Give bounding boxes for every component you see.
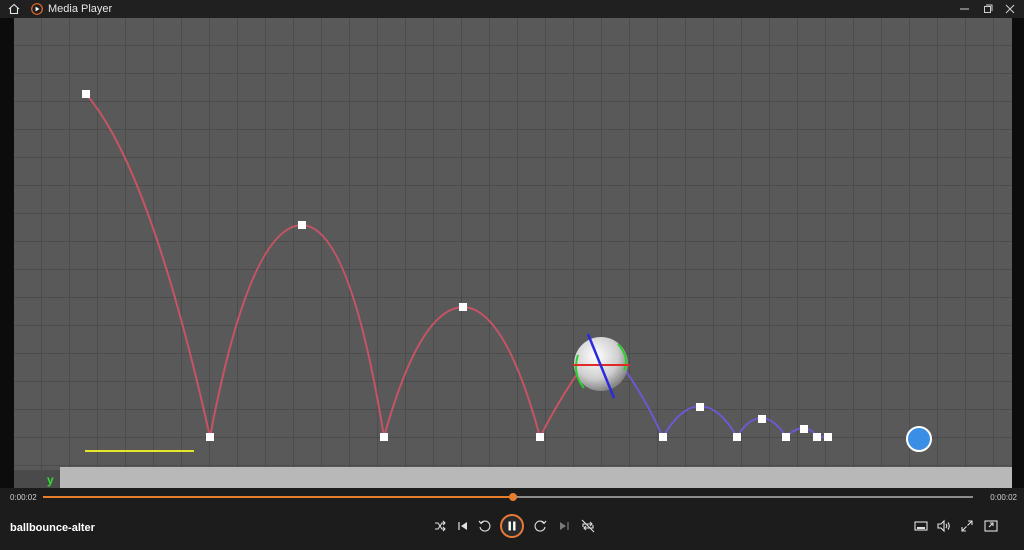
forward-30-icon xyxy=(534,520,547,532)
keyframe[interactable] xyxy=(824,433,832,441)
rewind-10-icon xyxy=(478,520,491,532)
forward-button[interactable] xyxy=(532,518,548,534)
seek-bar-progress xyxy=(43,496,513,498)
keyframe[interactable] xyxy=(536,433,544,441)
cast-icon xyxy=(984,520,998,532)
keyframe[interactable] xyxy=(696,403,704,411)
cast-button[interactable] xyxy=(983,518,999,534)
rewind-button[interactable] xyxy=(477,518,493,534)
fullscreen-button[interactable] xyxy=(959,518,975,534)
media-player-icon xyxy=(31,3,43,15)
pause-button[interactable] xyxy=(500,514,524,538)
close-button[interactable] xyxy=(998,0,1022,18)
shuffle-button[interactable] xyxy=(432,518,448,534)
volume-icon xyxy=(937,519,950,533)
miniplayer-icon xyxy=(914,521,928,531)
ground-plane xyxy=(60,467,1012,488)
home-icon[interactable] xyxy=(7,2,21,16)
next-icon xyxy=(560,522,569,530)
seek-thumb[interactable] xyxy=(508,493,517,501)
close-icon xyxy=(1005,4,1015,14)
restore-icon xyxy=(984,4,993,13)
viewport-grid xyxy=(14,18,1012,470)
volume-button[interactable] xyxy=(936,518,952,534)
next-button[interactable] xyxy=(556,518,572,534)
pause-icon xyxy=(508,521,516,531)
repeat-button[interactable] xyxy=(580,518,596,534)
keyframe[interactable] xyxy=(659,433,667,441)
playback-controls: 0:00:02 0:00:02 ballbounce-alter xyxy=(0,488,1024,550)
keyframe[interactable] xyxy=(758,415,766,423)
miniplayer-button[interactable] xyxy=(913,518,929,534)
seek-bar[interactable] xyxy=(43,493,973,501)
keyframe[interactable] xyxy=(380,433,388,441)
minimize-button[interactable] xyxy=(953,0,977,18)
previous-icon xyxy=(458,522,467,530)
title-bar: Media Player xyxy=(0,0,1024,18)
target-marker[interactable] xyxy=(906,426,932,452)
keyframe[interactable] xyxy=(82,90,90,98)
keyframe[interactable] xyxy=(782,433,790,441)
shuffle-icon xyxy=(435,520,446,532)
total-duration: 0:00:02 xyxy=(990,493,1017,502)
keyframe[interactable] xyxy=(459,303,467,311)
video-frame[interactable]: y xyxy=(0,18,1024,488)
keyframe[interactable] xyxy=(800,425,808,433)
minimize-icon xyxy=(960,8,969,10)
window-title: Media Player xyxy=(48,3,113,15)
keyframe[interactable] xyxy=(813,433,821,441)
previous-button[interactable] xyxy=(455,518,471,534)
fullscreen-icon xyxy=(961,520,973,532)
media-title: ballbounce-alter xyxy=(10,522,95,534)
axis-y-label: y xyxy=(47,473,54,487)
current-time: 0:00:02 xyxy=(10,493,37,502)
keyframe[interactable] xyxy=(298,221,306,229)
keyframe[interactable] xyxy=(733,433,741,441)
repeat-icon xyxy=(581,519,595,533)
keyframe[interactable] xyxy=(206,433,214,441)
maximize-button[interactable] xyxy=(976,0,1000,18)
